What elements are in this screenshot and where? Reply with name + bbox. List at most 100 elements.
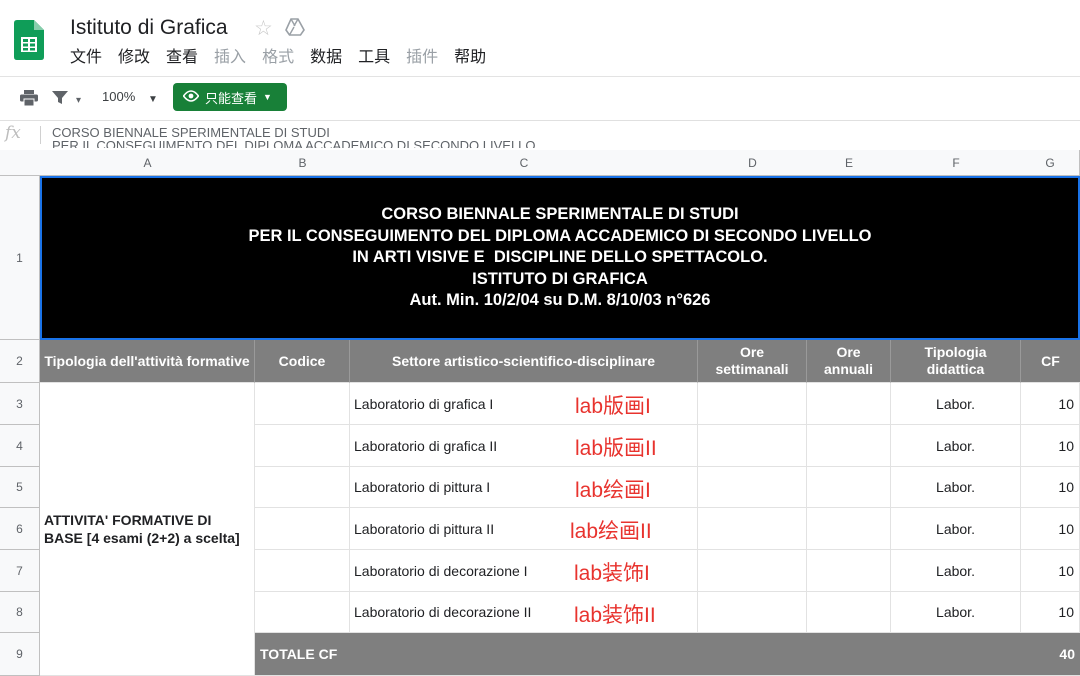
column-header-g[interactable]: G	[1021, 150, 1080, 176]
tipologia-cell[interactable]: Labor.	[891, 467, 1021, 508]
row-header-9[interactable]: 9	[0, 633, 40, 676]
row-header-4[interactable]: 4	[0, 425, 40, 467]
menu-bar: 文件 修改 查看 插入 格式 数据 工具 插件 帮助	[62, 46, 494, 70]
ore-settimanali-cell[interactable]	[698, 508, 807, 550]
cf-cell[interactable]: 10	[1021, 508, 1080, 550]
course-annotation: lab绘画II	[570, 520, 652, 543]
tipologia-cell[interactable]: Labor.	[891, 508, 1021, 550]
ore-settimanali-cell[interactable]	[698, 467, 807, 508]
header-cf[interactable]: CF	[1021, 340, 1080, 383]
filter-icon[interactable]	[52, 91, 68, 110]
column-header-c[interactable]: C	[350, 150, 699, 176]
zoom-select[interactable]: 100%	[102, 89, 135, 104]
row-header-5[interactable]: 5	[0, 467, 40, 508]
sheets-logo-icon[interactable]	[14, 20, 44, 60]
course-annotation: lab版画I	[575, 395, 651, 418]
header-ore-settimanali[interactable]: Ore settimanali	[698, 340, 807, 383]
cf-cell[interactable]: 10	[1021, 383, 1080, 425]
ore-annuali-cell[interactable]	[807, 550, 891, 592]
header-settore[interactable]: Settore artistico-scientifico-disciplina…	[350, 340, 698, 383]
course-cell[interactable]: Laboratorio di grafica II lab版画II	[350, 425, 698, 467]
menu-edit[interactable]: 修改	[110, 46, 158, 70]
course-cell[interactable]: Laboratorio di pittura I lab绘画I	[350, 467, 698, 508]
ore-annuali-cell[interactable]	[807, 508, 891, 550]
ore-annuali-cell[interactable]	[807, 592, 891, 633]
menu-help[interactable]: 帮助	[446, 46, 494, 70]
row-header-8[interactable]: 8	[0, 592, 40, 633]
total-cf-cell[interactable]: 40	[1021, 633, 1080, 676]
tipologia-cell[interactable]: Labor.	[891, 383, 1021, 425]
codice-cell[interactable]	[255, 467, 350, 508]
ore-settimanali-cell[interactable]	[698, 383, 807, 425]
codice-cell[interactable]	[255, 425, 350, 467]
view-only-label: 只能查看	[205, 90, 258, 106]
course-name: Laboratorio di grafica I	[354, 395, 494, 412]
view-only-button[interactable]: 只能查看 ▼	[173, 83, 287, 111]
tipologia-cell[interactable]: Labor.	[891, 592, 1021, 633]
menu-tools[interactable]: 工具	[350, 46, 398, 70]
codice-cell[interactable]	[255, 592, 350, 633]
row-header-7[interactable]: 7	[0, 550, 40, 592]
ore-annuali-cell[interactable]	[807, 383, 891, 425]
course-cell[interactable]: Laboratorio di grafica I lab版画I	[350, 383, 698, 425]
total-label-cell[interactable]: TOTALE CF	[255, 633, 1021, 676]
course-cell[interactable]: Laboratorio di pittura II lab绘画II	[350, 508, 698, 550]
column-header-a[interactable]: A	[40, 150, 256, 176]
title-line-1: CORSO BIENNALE SPERIMENTALE DI STUDI	[381, 205, 739, 224]
cf-cell[interactable]: 10	[1021, 467, 1080, 508]
drive-status-icon[interactable]	[285, 18, 305, 41]
ore-settimanali-cell[interactable]	[698, 592, 807, 633]
course-name: Laboratorio di grafica II	[354, 437, 498, 454]
chevron-down-icon[interactable]: ▼	[148, 94, 158, 105]
course-cell[interactable]: Laboratorio di decorazione II lab装饰II	[350, 592, 698, 633]
header-codice[interactable]: Codice	[255, 340, 350, 383]
row-header-2[interactable]: 2	[0, 340, 40, 383]
row-header-1[interactable]: 1	[0, 176, 40, 340]
cf-cell[interactable]: 10	[1021, 592, 1080, 633]
ore-annuali-cell[interactable]	[807, 425, 891, 467]
title-line-5: Aut. Min. 10/2/04 su D.M. 8/10/03 n°626	[409, 291, 711, 310]
document-title[interactable]: Istituto di Grafica	[70, 16, 228, 40]
header-tipologia-didattica[interactable]: Tipologia didattica	[891, 340, 1021, 383]
header-tipologia-attivita[interactable]: Tipologia dell'attività formative	[40, 340, 255, 383]
header-ore-annuali[interactable]: Ore annuali	[807, 340, 891, 383]
column-header-d[interactable]: D	[698, 150, 808, 176]
menu-file[interactable]: 文件	[62, 46, 110, 70]
course-annotation: lab装饰II	[574, 604, 656, 627]
ore-settimanali-cell[interactable]	[698, 550, 807, 592]
column-header-f[interactable]: F	[891, 150, 1022, 176]
course-annotation: lab版画II	[575, 437, 657, 460]
ore-annuali-cell[interactable]	[807, 467, 891, 508]
menu-insert[interactable]: 插入	[206, 46, 254, 70]
tipologia-cell[interactable]: Labor.	[891, 550, 1021, 592]
codice-cell[interactable]	[255, 508, 350, 550]
cf-cell[interactable]: 10	[1021, 425, 1080, 467]
menu-addons[interactable]: 插件	[398, 46, 446, 70]
course-name: Laboratorio di pittura II	[354, 520, 495, 537]
menu-data[interactable]: 数据	[302, 46, 350, 70]
row-header-3[interactable]: 3	[0, 383, 40, 425]
star-icon[interactable]: ☆	[254, 16, 273, 41]
column-header-b[interactable]: B	[255, 150, 351, 176]
group-label-cell[interactable]: ATTIVITA' FORMATIVE DI BASE [4 esami (2+…	[40, 383, 255, 676]
course-annotation: lab绘画I	[575, 479, 651, 502]
row-header-6[interactable]: 6	[0, 508, 40, 550]
ore-settimanali-cell[interactable]	[698, 425, 807, 467]
column-header-e[interactable]: E	[807, 150, 892, 176]
toolbar	[0, 76, 1080, 119]
title-line-2: PER IL CONSEGUIMENTO DEL DIPLOMA ACCADEM…	[248, 226, 872, 245]
course-annotation: lab装饰I	[574, 562, 650, 585]
select-all-corner[interactable]	[0, 150, 41, 176]
chevron-down-icon[interactable]: ▾	[76, 95, 81, 106]
codice-cell[interactable]	[255, 550, 350, 592]
eye-icon	[182, 89, 200, 105]
course-cell[interactable]: Laboratorio di decorazione I lab装饰I	[350, 550, 698, 592]
tipologia-cell[interactable]: Labor.	[891, 425, 1021, 467]
menu-view[interactable]: 查看	[158, 46, 206, 70]
codice-cell[interactable]	[255, 383, 350, 425]
title-cell[interactable]: CORSO BIENNALE SPERIMENTALE DI STUDI PER…	[40, 176, 1080, 340]
formula-input[interactable]: CORSO BIENNALE SPERIMENTALE DI STUDI PER…	[52, 126, 536, 148]
menu-format[interactable]: 格式	[254, 46, 302, 70]
print-icon[interactable]	[20, 90, 38, 111]
cf-cell[interactable]: 10	[1021, 550, 1080, 592]
